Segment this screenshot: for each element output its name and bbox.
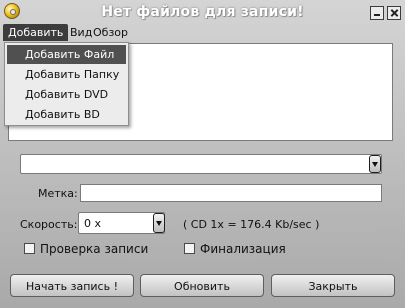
chevron-down-icon[interactable] bbox=[369, 155, 381, 173]
verify-label[interactable]: Проверка записи bbox=[40, 242, 148, 256]
speed-caption: Скорость: bbox=[20, 218, 78, 231]
refresh-button[interactable]: Обновить bbox=[140, 274, 264, 297]
drive-select[interactable] bbox=[20, 154, 382, 174]
chevron-down-icon[interactable] bbox=[153, 213, 165, 233]
menu-item-add-dvd[interactable]: Добавить DVD bbox=[7, 85, 126, 104]
finalize-checkbox[interactable] bbox=[184, 243, 195, 254]
close-button[interactable]: Закрыть bbox=[271, 274, 395, 297]
finalize-label[interactable]: Финализация bbox=[200, 242, 286, 256]
add-dropdown-menu: Добавить Файл Добавить Папку Добавить DV… bbox=[4, 42, 129, 126]
verify-checkbox[interactable] bbox=[24, 243, 35, 254]
start-burn-button[interactable]: Начать запись ! bbox=[10, 274, 134, 297]
menu-add[interactable]: Добавить bbox=[3, 24, 69, 41]
speed-value: 0 x bbox=[84, 217, 102, 230]
menu-item-add-folder[interactable]: Добавить Папку bbox=[7, 65, 126, 84]
label-input[interactable] bbox=[80, 184, 382, 202]
speed-info: ( CD 1x = 176.4 Kb/sec ) bbox=[183, 218, 320, 231]
menu-browse[interactable]: Обзор bbox=[88, 24, 133, 41]
menu-item-add-bd[interactable]: Добавить BD bbox=[7, 105, 126, 124]
close-window-button[interactable] bbox=[387, 6, 401, 20]
menu-item-add-file[interactable]: Добавить Файл bbox=[7, 45, 126, 64]
label-caption: Метка: bbox=[38, 187, 78, 200]
minimize-button[interactable] bbox=[370, 6, 384, 20]
window-title: Нет файлов для записи! bbox=[101, 4, 304, 20]
